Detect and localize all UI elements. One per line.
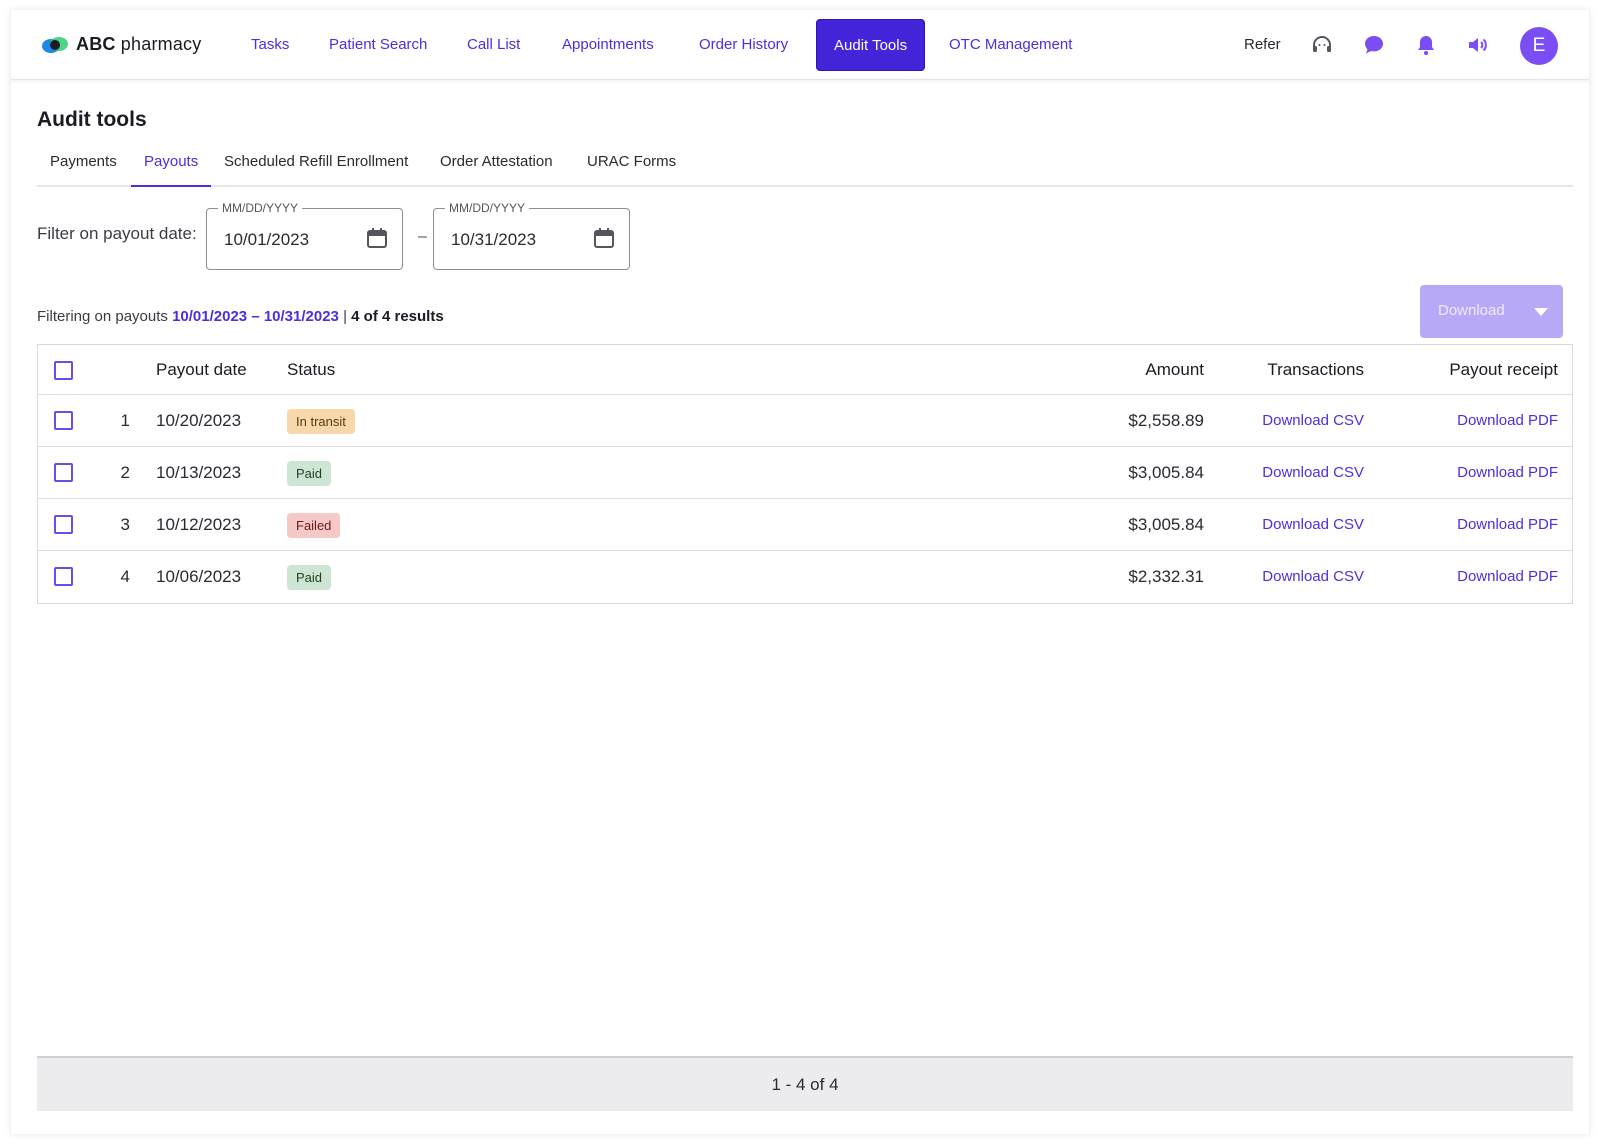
row-checkbox[interactable] (54, 411, 73, 430)
calendar-icon[interactable] (366, 227, 388, 249)
status-cell: Paid (287, 551, 332, 603)
calendar-icon[interactable] (593, 227, 615, 249)
download-csv-link[interactable]: Download CSV (1228, 499, 1364, 551)
pagination-text: 1 - 4 of 4 (771, 1075, 839, 1094)
pharmacy-logo-icon (42, 37, 68, 53)
filter-summary: Filtering on payouts 10/01/2023 – 10/31/… (37, 308, 444, 325)
nav-patient-search[interactable]: Patient Search (329, 10, 427, 80)
table-row: 2 10/13/2023 Paid $3,005.84 Download CSV… (38, 447, 1572, 499)
col-status[interactable]: Status (287, 345, 335, 395)
download-button[interactable]: Download (1420, 285, 1563, 338)
row-checkbox[interactable] (54, 567, 73, 586)
caret-down-icon (1534, 308, 1548, 316)
col-transactions: Transactions (1267, 360, 1364, 379)
result-count: 4 of 4 results (351, 308, 444, 325)
payout-date: 10/20/2023 (156, 411, 242, 430)
row-checkbox[interactable] (54, 463, 73, 482)
download-button-label: Download (1438, 302, 1505, 319)
brand-name: ABC pharmacy (76, 33, 202, 54)
pagination-bar: 1 - 4 of 4 (37, 1056, 1573, 1111)
tab-scheduled-refill-enrollment[interactable]: Scheduled Refill Enrollment (211, 143, 421, 187)
table-row: 3 10/12/2023 Failed $3,005.84 Download C… (38, 499, 1572, 551)
date-range-separator: – (418, 228, 427, 245)
status-badge: Paid (287, 461, 332, 487)
col-amount[interactable]: Amount (1088, 345, 1204, 395)
top-nav: ABC pharmacy Tasks Patient Search Call L… (11, 10, 1589, 80)
table-header: Payout date Status Amount Transactions P… (38, 345, 1572, 395)
nav-order-history[interactable]: Order History (699, 10, 788, 80)
payout-amount: $2,332.31 (1128, 567, 1204, 586)
row-index: 1 (120, 411, 130, 430)
status-cell: Failed (287, 499, 341, 551)
nav-tasks[interactable]: Tasks (251, 10, 289, 80)
page-title: Audit tools (37, 108, 147, 131)
download-pdf-link[interactable]: Download PDF (1388, 447, 1558, 499)
status-cell: Paid (287, 447, 332, 499)
payout-date: 10/12/2023 (156, 515, 242, 534)
nav-appointments[interactable]: Appointments (562, 10, 654, 80)
user-avatar[interactable]: E (1520, 27, 1558, 65)
tab-order-attestation[interactable]: Order Attestation (427, 143, 566, 187)
tab-payments[interactable]: Payments (37, 143, 130, 187)
status-badge: Failed (287, 513, 341, 539)
payout-date: 10/06/2023 (156, 567, 242, 586)
download-pdf-link[interactable]: Download PDF (1388, 395, 1558, 447)
tab-urac-forms[interactable]: URAC Forms (574, 143, 689, 187)
chat-icon[interactable] (1362, 33, 1386, 57)
payout-date: 10/13/2023 (156, 463, 242, 482)
speaker-icon[interactable] (1466, 33, 1490, 57)
app-window: ABC pharmacy Tasks Patient Search Call L… (11, 10, 1589, 1134)
download-pdf-link[interactable]: Download PDF (1388, 499, 1558, 551)
headset-icon[interactable] (1310, 33, 1334, 57)
summary-range: 10/01/2023 – 10/31/2023 (172, 308, 339, 325)
start-date-field[interactable]: MM/DD/YYYY 10/01/2023 (206, 201, 403, 270)
payouts-table: Payout date Status Amount Transactions P… (37, 344, 1573, 604)
table-row: 4 10/06/2023 Paid $2,332.31 Download CSV… (38, 551, 1572, 603)
select-all-checkbox[interactable] (54, 361, 73, 380)
status-badge: In transit (287, 409, 355, 435)
audit-tabs: Payments Payouts Scheduled Refill Enroll… (37, 143, 1573, 187)
brand-logo[interactable]: ABC pharmacy (40, 33, 201, 55)
status-badge: Paid (287, 565, 332, 591)
download-csv-link[interactable]: Download CSV (1228, 395, 1364, 447)
refer-link[interactable]: Refer (1244, 10, 1281, 80)
download-csv-link[interactable]: Download CSV (1228, 447, 1364, 499)
row-index: 3 (120, 515, 130, 534)
filter-label: Filter on payout date: (37, 224, 197, 243)
nav-audit-tools[interactable]: Audit Tools (816, 19, 926, 71)
start-date-legend: MM/DD/YYYY (218, 201, 303, 215)
download-csv-link[interactable]: Download CSV (1228, 551, 1364, 603)
tab-payouts[interactable]: Payouts (131, 143, 212, 187)
status-cell: In transit (287, 395, 355, 447)
end-date-field[interactable]: MM/DD/YYYY 10/31/2023 (433, 201, 630, 270)
nav-otc-management[interactable]: OTC Management (949, 10, 1072, 80)
col-payout-date[interactable]: Payout date (156, 345, 247, 395)
payout-amount: $3,005.84 (1128, 515, 1204, 534)
row-index: 2 (120, 463, 130, 482)
end-date-legend: MM/DD/YYYY (445, 201, 530, 215)
summary-prefix: Filtering on payouts (37, 308, 173, 325)
end-date-value[interactable]: 10/31/2023 (451, 230, 536, 250)
row-checkbox[interactable] (54, 515, 73, 534)
bell-icon[interactable] (1414, 33, 1438, 57)
payout-amount: $3,005.84 (1128, 463, 1204, 482)
download-pdf-link[interactable]: Download PDF (1388, 551, 1558, 603)
table-row: 1 10/20/2023 In transit $2,558.89 Downlo… (38, 395, 1572, 447)
row-index: 4 (120, 567, 130, 586)
start-date-value[interactable]: 10/01/2023 (224, 230, 309, 250)
nav-call-list[interactable]: Call List (467, 10, 520, 80)
payout-amount: $2,558.89 (1128, 411, 1204, 430)
summary-divider: | (338, 308, 352, 325)
col-payout-receipt: Payout receipt (1449, 360, 1558, 379)
